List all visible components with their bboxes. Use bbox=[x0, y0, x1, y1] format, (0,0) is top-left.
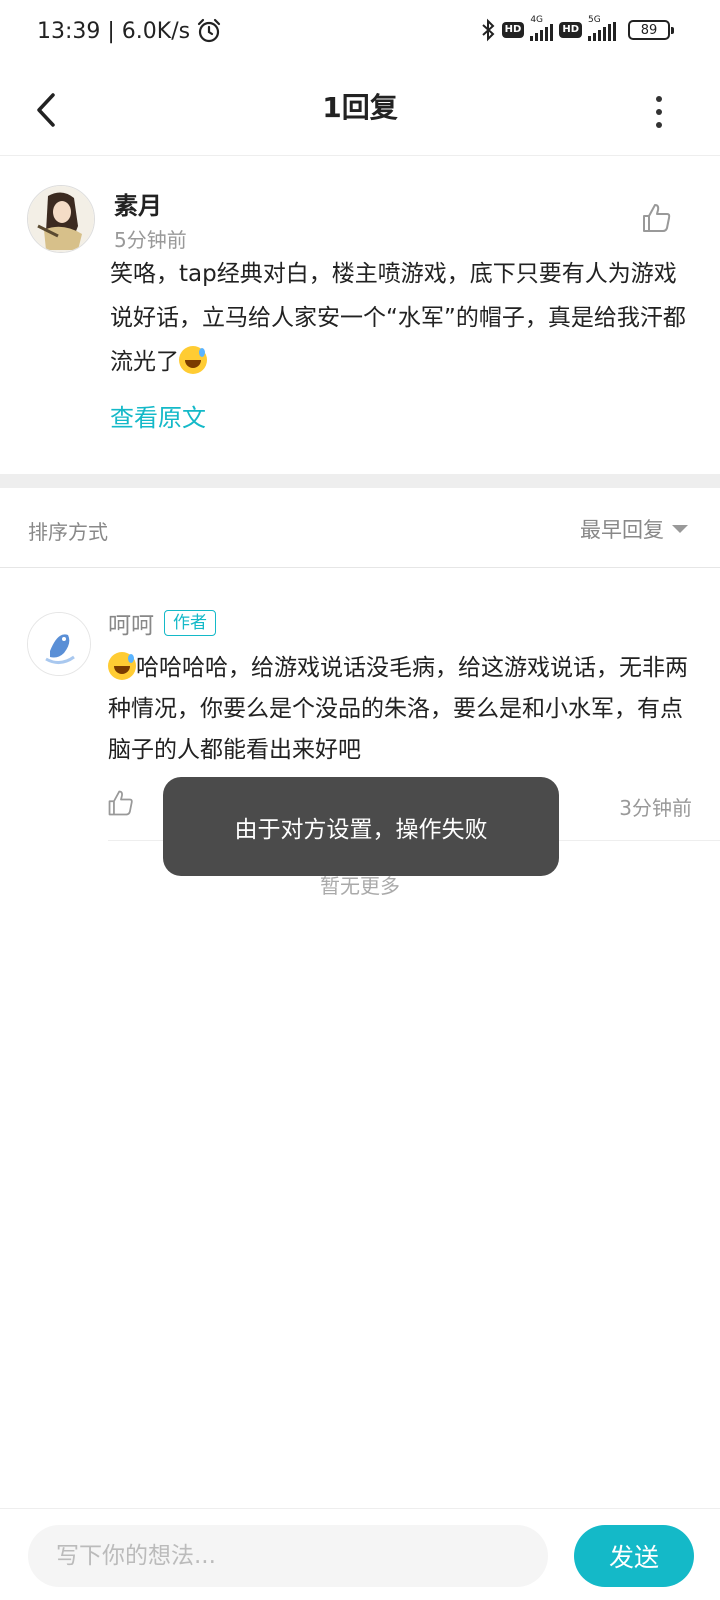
toast-message: 由于对方设置，操作失败 bbox=[163, 777, 559, 876]
alarm-icon bbox=[197, 18, 221, 43]
sort-label: 排序方式 bbox=[28, 520, 108, 544]
main-comment: 素月 5分钟前 笑咯，tap经典对白，楼主喷游戏，底下只要有人为游戏说好话，立马… bbox=[0, 156, 720, 474]
avatar[interactable] bbox=[27, 185, 95, 253]
send-button[interactable]: 发送 bbox=[574, 1525, 694, 1587]
status-left: 13:39 | 6.0K/s bbox=[37, 18, 222, 44]
more-options-icon[interactable] bbox=[644, 92, 674, 132]
sort-dropdown[interactable]: 最早回复 bbox=[580, 514, 688, 544]
sweat-smile-emoji-icon bbox=[108, 652, 136, 680]
caret-down-icon bbox=[672, 525, 688, 533]
comment-time: 5分钟前 bbox=[114, 228, 187, 252]
app-header: 1回复 bbox=[0, 70, 720, 156]
signal-5g-icon: 5G bbox=[588, 15, 616, 41]
sort-bar: 排序方式 最早回复 bbox=[0, 488, 720, 568]
page-title: 1回复 bbox=[322, 91, 398, 124]
status-right: HD 4G HD 5G 89 bbox=[480, 15, 674, 42]
comment-input[interactable] bbox=[28, 1525, 548, 1587]
comment-input-bar: 发送 bbox=[0, 1508, 720, 1600]
author-badge: 作者 bbox=[164, 610, 216, 636]
status-bar: 13:39 | 6.0K/s HD 4G HD 5G 89 bbox=[0, 0, 720, 70]
section-divider bbox=[0, 474, 720, 488]
avatar-image bbox=[28, 186, 94, 252]
comment-content: 笑咯，tap经典对白，楼主喷游戏，底下只要有人为游戏说好话，立马给人家安一个“水… bbox=[110, 261, 686, 375]
reply-avatar[interactable] bbox=[27, 612, 91, 676]
hd-badge-2: HD bbox=[559, 22, 582, 38]
like-icon[interactable] bbox=[640, 201, 674, 235]
battery-icon: 89 bbox=[628, 20, 674, 40]
reply-like-icon[interactable] bbox=[106, 788, 136, 818]
reply-content: 哈哈哈哈，给游戏说话没毛病，给这游戏说话，无非两种情况，你要么是个没品的朱洛，要… bbox=[108, 648, 693, 771]
sweat-smile-emoji-icon bbox=[179, 346, 207, 374]
reply-avatar-image bbox=[28, 613, 90, 675]
bluetooth-icon bbox=[481, 18, 495, 42]
reply-author-row: 呵呵 作者 bbox=[108, 606, 216, 640]
comment-author[interactable]: 素月 bbox=[114, 186, 162, 221]
hd-badge-1: HD bbox=[501, 22, 525, 38]
sort-value: 最早回复 bbox=[580, 518, 664, 542]
reply-author[interactable]: 呵呵 bbox=[108, 606, 154, 640]
reply-time: 3分钟前 bbox=[619, 796, 692, 820]
status-time: 13:39 | 6.0K/s bbox=[37, 18, 191, 44]
signal-4g-icon: 4G bbox=[530, 15, 554, 41]
view-original-link[interactable]: 查看原文 bbox=[110, 398, 206, 433]
